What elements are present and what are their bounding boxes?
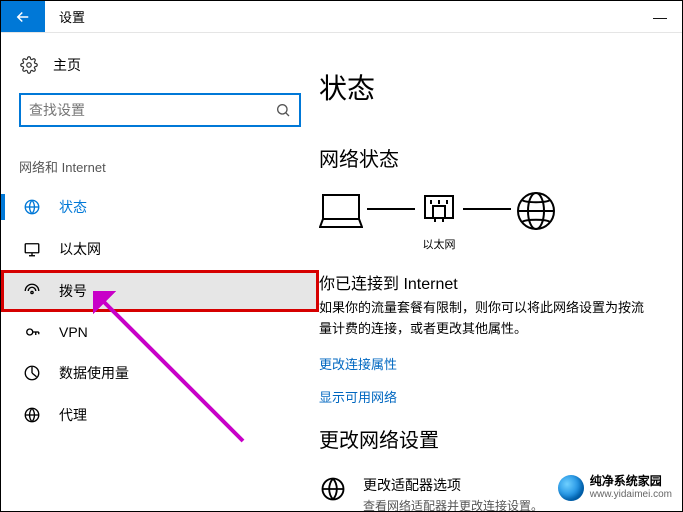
sidebar-item-label: VPN	[59, 324, 88, 340]
status-description: 如果你的流量套餐有限制，则你可以将此网络设置为按流量计费的连接，或者更改其他属性…	[319, 298, 649, 340]
sidebar-item-label: 拨号	[59, 281, 87, 301]
titlebar: 设置 —	[1, 1, 682, 33]
main-content: 状态 网络状态 以太网 你已连接到 Internet 如果	[319, 33, 682, 511]
diagram-ethernet-label: 以太网	[423, 236, 456, 252]
ethernet-icon	[23, 240, 41, 258]
sidebar-home[interactable]: 主页	[1, 47, 319, 83]
sidebar: 主页 网络和 Internet 状态	[1, 33, 319, 511]
sidebar-home-label: 主页	[53, 55, 81, 75]
diagram-globe	[515, 190, 557, 252]
adapter-icon	[319, 475, 347, 503]
sidebar-item-data[interactable]: 数据使用量	[1, 352, 319, 394]
sidebar-item-vpn[interactable]: VPN	[1, 312, 319, 352]
sidebar-item-label: 以太网	[59, 239, 101, 259]
gear-icon	[19, 55, 39, 75]
sidebar-item-label: 数据使用量	[59, 363, 129, 383]
proxy-icon	[23, 406, 41, 424]
connected-status: 你已连接到 Internet	[319, 254, 682, 298]
window-title: 设置	[45, 1, 99, 32]
section-change-settings: 更改网络设置	[319, 406, 682, 465]
minimize-button[interactable]: —	[638, 1, 682, 32]
page-title: 状态	[319, 67, 682, 125]
watermark-line1: 纯净系统家园	[590, 475, 672, 489]
status-icon	[23, 198, 41, 216]
sidebar-item-label: 状态	[59, 197, 87, 217]
data-usage-icon	[23, 364, 41, 382]
diagram-ethernet: 以太网	[419, 190, 459, 252]
sidebar-item-proxy[interactable]: 代理	[1, 394, 319, 436]
search-input[interactable]	[29, 102, 275, 118]
search-box[interactable]	[19, 93, 301, 127]
adapter-subtitle: 查看网络适配器并更改连接设置。	[363, 495, 543, 511]
dialup-icon	[23, 282, 41, 300]
adapter-title: 更改适配器选项	[363, 475, 543, 495]
sidebar-item-label: 代理	[59, 405, 87, 425]
sidebar-item-status[interactable]: 状态	[1, 186, 319, 228]
sidebar-item-ethernet[interactable]: 以太网	[1, 228, 319, 270]
watermark-line2: www.yidaimei.com	[590, 489, 672, 501]
diagram-pc	[319, 191, 363, 251]
network-diagram: 以太网	[319, 184, 682, 254]
link-change-connection-props[interactable]: 更改连接属性	[319, 340, 682, 373]
sidebar-item-dialup[interactable]: 拨号	[1, 270, 319, 312]
search-icon	[275, 102, 291, 118]
section-network-status: 网络状态	[319, 125, 682, 184]
sidebar-section-title: 网络和 Internet	[1, 133, 319, 186]
back-button[interactable]	[1, 1, 45, 32]
sidebar-nav: 状态 以太网 拨号 V	[1, 186, 319, 436]
vpn-icon	[23, 323, 41, 341]
watermark-logo-icon	[558, 475, 584, 501]
watermark: 纯净系统家园 www.yidaimei.com	[558, 475, 672, 501]
link-show-available-networks[interactable]: 显示可用网络	[319, 373, 682, 406]
